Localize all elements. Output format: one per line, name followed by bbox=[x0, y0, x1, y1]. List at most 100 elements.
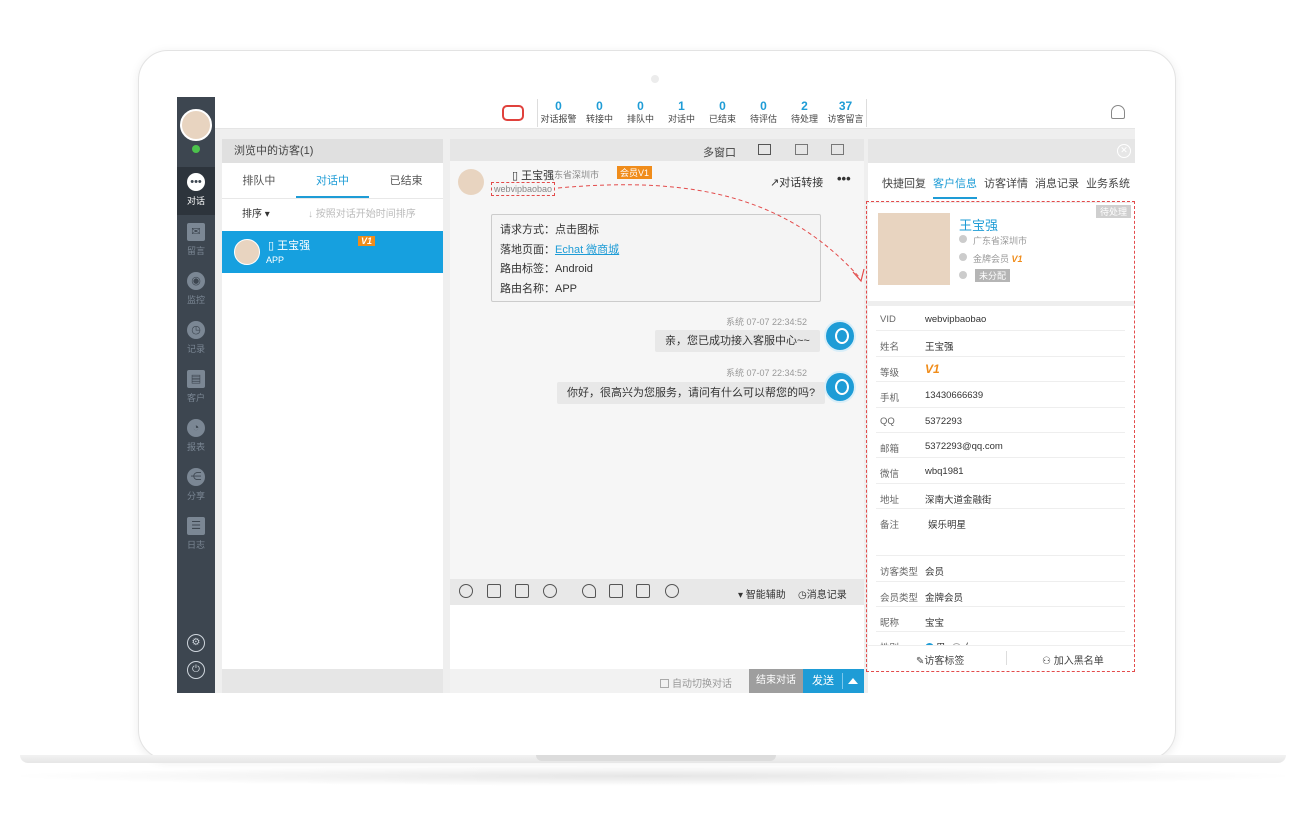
field-row: 访客类型 会员 bbox=[876, 556, 1125, 582]
nav-item-chat[interactable]: ••• 对话 bbox=[177, 167, 215, 215]
message-history-button[interactable]: ◷消息记录 bbox=[798, 586, 847, 601]
online-status-icon bbox=[192, 145, 200, 153]
globe-icon[interactable] bbox=[665, 584, 679, 598]
tab-ended[interactable]: 已结束 bbox=[369, 163, 443, 198]
chat-footer: 自动切换对话 结束对话 发送 bbox=[450, 669, 864, 693]
stat-chatting[interactable]: 1 对话中 bbox=[661, 99, 702, 127]
nav-item-share[interactable]: ⋲ 分享 bbox=[177, 462, 215, 510]
chat-window-bar: 多窗口 bbox=[450, 139, 864, 161]
image-icon[interactable] bbox=[487, 584, 501, 598]
visitor-source: APP bbox=[266, 255, 285, 265]
tab-visitor-detail[interactable]: 访客详情 bbox=[984, 175, 1028, 191]
blacklist-button[interactable]: ⚇ 加入黑名单 bbox=[1042, 652, 1104, 667]
clipboard-icon: ☰ bbox=[187, 517, 205, 535]
link-icon[interactable] bbox=[636, 584, 650, 598]
visitor-name: ▯ 王宝强 bbox=[268, 240, 311, 252]
field-row: 邮箱 5372293@qq.com bbox=[876, 433, 1125, 459]
main-nav: ••• 对话 ✉ 留言 ◉ 监控 ◷ 记录 ▤ 客户 ◔ 报表 ⋲ 分享 ☰ 日志 ⚙ ⏻ bbox=[177, 97, 215, 693]
visitor-list-panel: 浏览中的访客(1) 排队中 对话中 已结束 排序 ▾ ↓ 按照对话开始时间排序 … bbox=[222, 139, 443, 693]
edit-icon[interactable] bbox=[609, 584, 623, 598]
sort-bar: 排序 ▾ ↓ 按照对话开始时间排序 bbox=[222, 199, 443, 231]
send-options-arrow-icon[interactable] bbox=[848, 678, 858, 684]
cascade-window-icon[interactable] bbox=[831, 144, 844, 155]
input-toolbar: ▾ 智能辅助 ◷消息记录 bbox=[450, 579, 864, 605]
member-badge: 会员V1 bbox=[617, 166, 653, 179]
chat-message: 亲，您已成功接入客服中心~~ bbox=[655, 330, 820, 352]
field-row: 姓名 王宝强 bbox=[876, 331, 1125, 357]
single-window-icon[interactable] bbox=[758, 144, 771, 155]
nav-item-monitor[interactable]: ◉ 监控 bbox=[177, 266, 215, 314]
nav-item-messages[interactable]: ✉ 留言 bbox=[177, 217, 215, 265]
close-icon[interactable]: ✕ bbox=[1117, 144, 1131, 158]
field-row: 昵称 宝宝 bbox=[876, 607, 1125, 633]
nav-item-records[interactable]: ◷ 记录 bbox=[177, 315, 215, 363]
stat-transferring[interactable]: 0 转接中 bbox=[579, 99, 620, 127]
stat-queue[interactable]: 0 排队中 bbox=[620, 99, 661, 127]
message-time: 系统 07-07 22:34:52 bbox=[726, 317, 808, 327]
heart-icon[interactable] bbox=[582, 584, 596, 598]
field-row: VID webvipbaobao bbox=[876, 306, 1125, 332]
nav-item-reports[interactable]: ◔ 报表 bbox=[177, 413, 215, 461]
transfer-button[interactable]: ↗对话转接 bbox=[770, 174, 823, 190]
stat-pending[interactable]: 2 待处理 bbox=[784, 99, 825, 127]
assign-badge[interactable]: 未分配 bbox=[975, 269, 1011, 282]
visitor-list-footer bbox=[222, 669, 443, 693]
auto-switch-checkbox[interactable]: 自动切换对话 bbox=[660, 675, 732, 690]
customer-panel-header: ✕ bbox=[868, 139, 1135, 163]
chat-visitor-location: 广东省深圳市 bbox=[545, 170, 600, 180]
landing-page-link[interactable]: Echat 微商城 bbox=[555, 244, 619, 256]
smart-assist-button[interactable]: ▾ 智能辅助 bbox=[738, 586, 786, 601]
chat-visitor-avatar bbox=[458, 169, 484, 195]
request-info-card: 请求方式：点击图标 落地页面：Echat 微商城 路由标签：Android 路由… bbox=[491, 214, 821, 302]
share-icon: ⋲ bbox=[187, 468, 205, 486]
stat-visitor-messages[interactable]: 37 访客留言 bbox=[825, 99, 866, 127]
bell-icon[interactable] bbox=[1111, 105, 1125, 119]
tab-business-system[interactable]: 业务系统 bbox=[1086, 175, 1130, 191]
stat-to-evaluate[interactable]: 0 待评估 bbox=[743, 99, 784, 127]
power-icon[interactable]: ⏻ bbox=[187, 661, 205, 679]
customer-panel: ✕ 快捷回复 客户信息 访客详情 消息记录 业务系统 王宝强 广东省深圳市 金牌… bbox=[868, 139, 1135, 693]
chat-visitor-vid: webvipbaobao bbox=[491, 182, 556, 196]
tab-customer-info[interactable]: 客户信息 bbox=[933, 175, 977, 199]
pending-badge: 待处理 bbox=[1096, 205, 1132, 218]
stat-ended[interactable]: 0 已结束 bbox=[702, 99, 743, 127]
customer-tabs: 快捷回复 客户信息 访客详情 消息记录 业务系统 bbox=[868, 163, 1135, 203]
tab-quick-reply[interactable]: 快捷回复 bbox=[882, 175, 926, 191]
field-row: 地址 深南大道金融街 bbox=[876, 484, 1125, 510]
message-input[interactable] bbox=[450, 605, 864, 669]
agent-avatar[interactable] bbox=[180, 109, 212, 141]
emoji-icon[interactable] bbox=[459, 584, 473, 598]
customer-name: 王宝强 bbox=[959, 218, 999, 233]
visitor-tabs: 排队中 对话中 已结束 bbox=[222, 163, 443, 199]
chat-panel: 多窗口 ▯ 王宝强 广东省深圳市 会员V1 webvipbaobao ↗对话转接… bbox=[450, 139, 864, 693]
customer-fields: VID webvipbaobao 姓名 王宝强 等级 V1 手机 13430666639… bbox=[876, 306, 1125, 658]
location-pin-icon bbox=[959, 235, 967, 243]
nav-item-logs[interactable]: ☰ 日志 bbox=[177, 511, 215, 559]
sort-hint: ↓ 按照对话开始时间排序 bbox=[308, 209, 416, 220]
notes-textarea[interactable]: 娱乐明星 bbox=[928, 517, 966, 531]
nav-item-customers[interactable]: ▤ 客户 bbox=[177, 364, 215, 412]
vip-badge: V1 bbox=[358, 236, 376, 246]
visitor-list-header: 浏览中的访客(1) bbox=[222, 139, 443, 163]
visitor-tag-button[interactable]: ✎访客标签 bbox=[916, 652, 964, 667]
more-button[interactable]: ••• bbox=[837, 171, 851, 186]
sort-dropdown[interactable]: 排序 ▾ bbox=[242, 209, 270, 220]
field-row: QQ 5372293 bbox=[876, 408, 1125, 433]
chat-message: 你好，很高兴为您服务，请问有什么可以帮您的吗? bbox=[557, 382, 826, 404]
send-button[interactable]: 发送 bbox=[803, 669, 864, 693]
folder-icon[interactable] bbox=[515, 584, 529, 598]
chat-icon: ••• bbox=[187, 173, 205, 191]
restore-window-icon[interactable] bbox=[795, 144, 808, 155]
tab-message-log[interactable]: 消息记录 bbox=[1035, 175, 1079, 191]
end-chat-button[interactable]: 结束对话 bbox=[749, 669, 803, 693]
tab-chatting[interactable]: 对话中 bbox=[295, 163, 370, 198]
settings-gear-icon[interactable]: ⚙ bbox=[187, 634, 205, 652]
id-card-icon: ▤ bbox=[187, 370, 205, 388]
field-row: 会员类型 金牌会员 bbox=[876, 582, 1125, 607]
stat-alarm[interactable]: 0 对话报警 bbox=[538, 99, 579, 127]
visitor-row[interactable]: ▯ 王宝强 APP V1 bbox=[222, 231, 443, 273]
scissors-icon[interactable] bbox=[543, 584, 557, 598]
tab-queue[interactable]: 排队中 bbox=[222, 163, 296, 198]
customer-level: 金牌会员 V1 bbox=[973, 254, 1023, 264]
customer-location: 广东省深圳市 bbox=[973, 236, 1028, 246]
